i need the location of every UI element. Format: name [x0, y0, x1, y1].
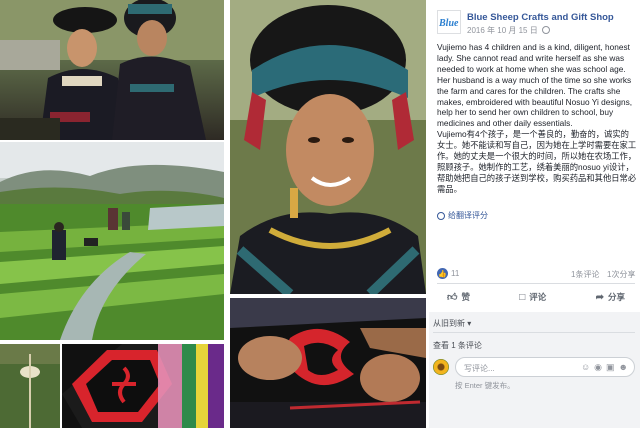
page-name-link[interactable]: Blue Sheep Crafts and Gift Shop — [467, 12, 614, 23]
photo-portrait-vujiemo — [230, 0, 426, 294]
photo-yarn-spindle — [0, 344, 60, 428]
comment-composer: 写评论... ☺ ◉ ▣ ☻ — [433, 357, 637, 377]
share-arrow-icon: ➦ — [595, 291, 604, 303]
gif-icon[interactable]: ▣ — [606, 362, 615, 373]
enter-to-post-hint: 按 Enter 键发布。 — [455, 381, 515, 390]
divider — [437, 283, 635, 284]
like-count[interactable]: 11 — [451, 269, 459, 278]
blue-sheep-logo: Blue — [438, 18, 459, 29]
photo-two-women-embroidering — [0, 0, 224, 140]
photo-embroidered-panel — [62, 344, 224, 428]
post-text-english: Vujiemo has 4 children and is a kind, di… — [437, 42, 633, 129]
facebook-post: Blue Blue Sheep Crafts and Gift Shop 201… — [429, 0, 640, 428]
post-timestamp[interactable]: 2016 年 10 月 15 日 — [467, 26, 538, 35]
speech-bubble-icon: □ — [519, 291, 526, 303]
thumbs-up-icon: 👍︎ — [447, 292, 458, 303]
camera-icon[interactable]: ◉ — [594, 362, 602, 373]
post-header: Blue Blue Sheep Crafts and Gift Shop 201… — [429, 8, 640, 38]
post-body: Vujiemo has 4 children and is a kind, di… — [437, 42, 637, 195]
share-button[interactable]: ➦ 分享 — [586, 291, 635, 303]
post-meta: 2016 年 10 月 15 日 — [467, 25, 550, 36]
sticker-icon[interactable]: ☻ — [619, 362, 628, 373]
post-actions: 👍︎ 赞 □ 评论 ➦ 分享 — [437, 285, 635, 309]
comment-input-placeholder: 写评论... — [464, 364, 495, 373]
rate-translation-link[interactable]: 给翻译评分 — [437, 210, 488, 221]
rate-translation-label: 给翻译评分 — [448, 211, 488, 220]
photo-hands-embroidering — [230, 298, 426, 428]
like-button[interactable]: 👍︎ 赞 — [437, 291, 480, 303]
comment-button[interactable]: □ 评论 — [509, 291, 556, 303]
share-count[interactable]: 1次分享 — [607, 269, 635, 280]
comment-label: 评论 — [529, 292, 547, 302]
comment-sort-dropdown[interactable]: 从旧到新 ▾ — [433, 318, 471, 329]
user-avatar[interactable] — [433, 359, 449, 375]
comment-count[interactable]: 1条评论 — [571, 269, 599, 280]
view-comments-link[interactable]: 查看 1 条评论 — [433, 340, 482, 351]
post-text-chinese: Vujiemo有4个孩子，是一个善良的，勤奋的，诚实的女士。她不能读和写自己，因… — [437, 129, 637, 194]
comment-tools: ☺ ◉ ▣ ☻ — [581, 362, 628, 373]
divider — [433, 332, 635, 333]
emoji-icon[interactable]: ☺ — [581, 362, 590, 373]
like-label: 赞 — [461, 292, 470, 302]
svg-text:Blue: Blue — [438, 18, 459, 29]
globe-icon — [437, 211, 445, 220]
page-avatar[interactable]: Blue — [437, 10, 461, 34]
comment-input[interactable]: 写评论... ☺ ◉ ▣ ☻ — [455, 357, 635, 377]
comments-section: 从旧到新 ▾ 查看 1 条评论 写评论... ☺ ◉ ▣ ☻ 按 Enter 键… — [429, 312, 640, 428]
reactions-bar: 👍 11 1条评论 1次分享 — [437, 268, 635, 280]
globe-icon — [541, 26, 550, 34]
like-reaction-icon[interactable]: 👍 — [437, 268, 448, 279]
photo-rice-paddies — [0, 142, 224, 340]
share-label: 分享 — [607, 292, 625, 302]
